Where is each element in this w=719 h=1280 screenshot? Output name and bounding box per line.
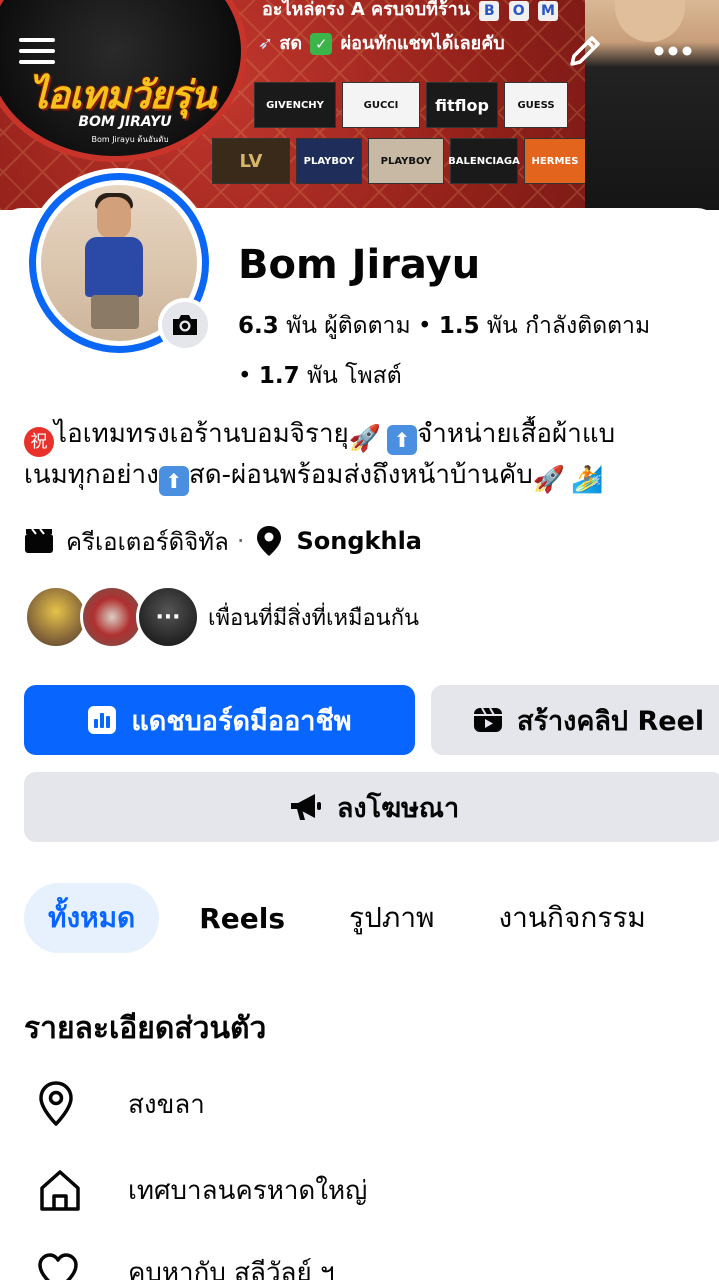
- profile-name: Bom Jirayu: [238, 242, 481, 288]
- clapperboard-icon: [25, 528, 53, 553]
- professional-dashboard-button[interactable]: แดชบอร์ดมืออาชีพ: [24, 685, 415, 755]
- dashboard-chart-icon: [88, 706, 117, 734]
- rocket-icon: 🚀: [532, 465, 566, 495]
- cover-subline: ➶ สด ✓ ผ่อนทักแชทได้เลยคับ: [258, 28, 505, 57]
- profile-stats: 6.3 พัน ผู้ติดตาม • 1.5 พัน กำลังติดตาม: [238, 308, 650, 344]
- mutual-friends[interactable]: ··· เพื่อนที่มีสิ่งที่เหมือนกัน: [24, 585, 419, 649]
- posts-label: พัน โพสต์: [306, 363, 402, 389]
- location-pin-icon: [257, 526, 282, 556]
- brand-logo: GUCCI: [342, 82, 420, 128]
- cover-subline-text: ผ่อนทักแชทได้เลยคับ: [340, 33, 505, 54]
- more-dots-icon: [654, 46, 692, 56]
- detail-home-text: เทศบาลนครหาดใหญ่: [128, 1175, 368, 1206]
- detail-relationship-text: คบหากับ สลีวัลย์ ฯ: [128, 1257, 335, 1280]
- bio-line: 祝ไอเทมทรงเอร้านบอมจิรายุ🚀 ⬆ จำหน่ายเสื้อผ…: [24, 416, 719, 457]
- friend-avatar: [80, 585, 144, 649]
- cover-logo-handle: Bom Jirayu ต้นอันดับ: [91, 135, 169, 144]
- tab-reels[interactable]: Reels: [199, 902, 285, 935]
- avatar-legs: [91, 295, 139, 329]
- bio-text: ไอเทมทรงเอร้านบอมจิรายุ: [54, 419, 349, 449]
- followers-count[interactable]: 6.3: [238, 313, 279, 339]
- detail-location-text: สงขลา: [128, 1089, 205, 1120]
- brand-logo: GIVENCHY: [254, 82, 336, 128]
- advertise-label: ลงโฆษณา: [336, 792, 460, 824]
- home-icon: [40, 1170, 80, 1211]
- cover-headline-letter: M: [537, 1, 558, 21]
- brand-logo: LV: [212, 138, 290, 184]
- brand-logo: fitflop: [426, 82, 498, 128]
- location-label[interactable]: Songkhla: [296, 527, 422, 555]
- hamburger-icon: [19, 38, 55, 64]
- cover-subline-prefix: สด: [279, 33, 303, 54]
- profile-tabs: ทั้งหมด Reels รูปภาพ งานกิจกรรม: [24, 883, 710, 953]
- cover-headline-letter: O: [508, 1, 529, 21]
- camera-icon: [173, 315, 197, 335]
- detail-item-location[interactable]: สงขลา: [36, 1076, 205, 1132]
- more-dots-icon: ···: [155, 604, 181, 630]
- stats-separator: •: [417, 313, 439, 339]
- bio-text: จำหน่ายเสื้อผ้าแบ: [417, 419, 616, 449]
- avatar-head: [97, 197, 131, 239]
- checkmark-icon: ✓: [310, 33, 333, 55]
- rocket-icon: ➶: [258, 33, 274, 54]
- avatar-shirt: [85, 237, 143, 297]
- following-count[interactable]: 1.5: [439, 313, 480, 339]
- brand-logo: GUESS: [504, 82, 568, 128]
- megaphone-icon: [290, 794, 321, 820]
- reel-icon: [474, 707, 502, 732]
- cover-headline-letter: B: [479, 1, 500, 21]
- tab-photos[interactable]: รูปภาพ: [349, 896, 434, 940]
- profile-stats-posts: • 1.7 พัน โพสต์: [238, 358, 402, 394]
- cover-headline: อะไหล่ตรง A ครบจบที่ร้าน B O M: [262, 0, 558, 23]
- tab-all[interactable]: ทั้งหมด: [24, 883, 160, 953]
- rocket-icon: 🚀: [348, 424, 382, 454]
- edit-profile-button[interactable]: [560, 26, 610, 76]
- brand-logo: HERMES: [524, 138, 586, 184]
- create-reel-label: สร้างคลิป Reel: [517, 705, 705, 737]
- category-label: ครีเอเตอร์ดิจิทัล: [66, 527, 229, 556]
- profile-bio: 祝ไอเทมทรงเอร้านบอมจิรายุ🚀 ⬆ จำหน่ายเสื้อผ…: [24, 416, 719, 496]
- up-arrow-icon: ⬆: [387, 425, 418, 455]
- bio-text: เนมทุกอย่าง: [24, 460, 159, 490]
- personal-details-title: รายละเอียดส่วนตัว: [24, 1011, 267, 1046]
- up-arrow-icon: ⬆: [158, 466, 189, 496]
- bio-text: สด-ผ่อนพร้อมส่งถึงหน้าบ้านคับ: [188, 460, 533, 490]
- tab-events[interactable]: งานกิจกรรม: [499, 896, 646, 940]
- detail-item-home[interactable]: เทศบาลนครหาดใหญ่: [36, 1162, 367, 1218]
- pencil-icon: [570, 36, 600, 66]
- friend-avatar: [24, 585, 88, 649]
- mutual-friends-text: เพื่อนที่มีสิ่งที่เหมือนกัน: [208, 605, 420, 631]
- detail-item-relationship[interactable]: คบหากับ สลีวัลย์ ฯ: [36, 1244, 335, 1280]
- heart-icon: [38, 1253, 78, 1280]
- create-reel-button[interactable]: สร้างคลิป Reel: [431, 685, 719, 755]
- brand-logo: BALENCIAGA: [448, 138, 520, 184]
- location-pin-icon: [39, 1081, 73, 1126]
- more-options-button[interactable]: [648, 26, 698, 76]
- following-label[interactable]: พัน กำลังติดตาม: [487, 313, 650, 339]
- cover-logo-sub: BOM JIRAYU: [78, 114, 172, 130]
- advertise-button[interactable]: ลงโฆษณา: [24, 772, 719, 842]
- surfer-icon: 🏄: [571, 465, 604, 495]
- profile-meta: ครีเอเตอร์ดิจิทัล · Songkhla: [24, 524, 422, 558]
- cover-headline-text: อะไหล่ตรง A ครบจบที่ร้าน: [262, 0, 471, 20]
- brand-logo: PLAYBOY: [296, 138, 362, 184]
- menu-button[interactable]: [12, 26, 62, 76]
- meta-separator: ·: [236, 527, 245, 555]
- change-photo-button[interactable]: [158, 298, 212, 352]
- brand-logo: PLAYBOY: [368, 138, 444, 184]
- friend-avatar: ···: [136, 585, 200, 649]
- bio-line: เนมทุกอย่าง ⬆ สด-ผ่อนพร้อมส่งถึงหน้าบ้านคั…: [24, 457, 719, 496]
- posts-count: 1.7: [258, 363, 300, 389]
- followers-label[interactable]: พัน ผู้ติดตาม: [286, 313, 411, 339]
- stats-separator: •: [238, 363, 259, 389]
- professional-dashboard-label: แดชบอร์ดมืออาชีพ: [131, 705, 352, 737]
- celebration-badge-icon: 祝: [24, 427, 54, 457]
